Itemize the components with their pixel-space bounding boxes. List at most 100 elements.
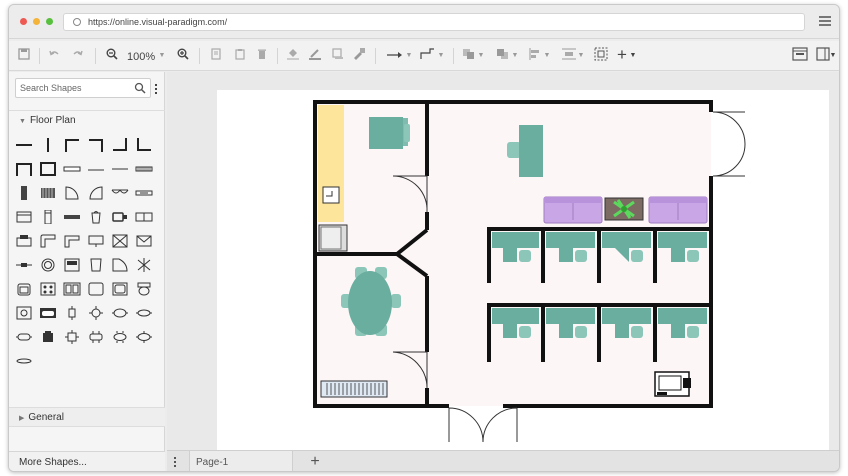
shape-mail-box[interactable] — [135, 234, 153, 248]
washing-machine[interactable] — [318, 224, 348, 252]
line-color-icon[interactable] — [307, 47, 323, 65]
send-back-dropdown-icon[interactable]: ▼ — [511, 47, 519, 65]
shape-ellipse-small[interactable] — [15, 354, 33, 368]
shape-l-counter[interactable] — [63, 234, 81, 248]
shape-counter[interactable] — [63, 210, 81, 224]
shape-table-oval-6[interactable] — [111, 330, 129, 344]
shape-wall-corner-3[interactable] — [111, 138, 129, 152]
shape-bookshelf[interactable] — [39, 186, 57, 200]
shape-wall-vertical[interactable] — [39, 138, 57, 152]
close-window-button[interactable] — [20, 18, 27, 25]
shape-wall-corner-2[interactable] — [87, 138, 105, 152]
shape-toilet[interactable] — [135, 282, 153, 296]
copy-icon[interactable] — [209, 47, 223, 65]
pages-menu-icon[interactable] — [174, 457, 177, 469]
align-dropdown-icon[interactable]: ▼ — [543, 47, 551, 65]
undo-icon[interactable] — [47, 47, 61, 65]
shape-monitor[interactable] — [87, 234, 105, 248]
waypoint-dropdown-icon[interactable]: ▼ — [437, 47, 445, 65]
plant-box[interactable] — [604, 197, 644, 221]
shape-cooktop[interactable] — [39, 282, 57, 296]
distribute-icon[interactable] — [561, 47, 577, 65]
shape-table-oval-8[interactable] — [135, 330, 153, 344]
paste-icon[interactable] — [233, 47, 247, 65]
zoom-in-icon[interactable] — [176, 47, 190, 65]
delete-icon[interactable] — [255, 47, 269, 65]
format-panel-icon[interactable] — [791, 47, 809, 65]
shape-washer[interactable] — [15, 306, 33, 320]
send-back-icon[interactable] — [495, 47, 511, 65]
align-icon[interactable] — [527, 47, 543, 65]
shape-double-door[interactable] — [111, 186, 129, 200]
zoom-dropdown-icon[interactable]: ▼ — [158, 47, 166, 65]
section-general[interactable]: ▶ General — [9, 407, 165, 427]
shape-sliding-door[interactable] — [135, 186, 153, 200]
connector-dropdown-icon[interactable]: ▼ — [405, 47, 413, 65]
more-shapes-button[interactable]: More Shapes... — [9, 451, 165, 471]
search-shapes-input[interactable]: Search Shapes — [15, 78, 151, 98]
shape-stove[interactable] — [63, 258, 81, 272]
insert-icon[interactable]: + — [615, 46, 629, 65]
connector-arrow-icon[interactable] — [385, 47, 405, 65]
shape-wall-thin-2[interactable] — [111, 162, 129, 176]
shape-sink[interactable] — [87, 282, 105, 296]
shape-table-2-chairs[interactable] — [63, 306, 81, 320]
shape-wall-horizontal[interactable] — [15, 138, 33, 152]
shape-wall-thin[interactable] — [87, 162, 105, 176]
bring-front-icon[interactable] — [461, 47, 477, 65]
small-meeting-table[interactable] — [369, 117, 410, 149]
minimize-window-button[interactable] — [33, 18, 40, 25]
shape-corner-counter[interactable] — [39, 234, 57, 248]
shadow-icon[interactable] — [331, 47, 345, 65]
shape-table-6[interactable] — [87, 330, 105, 344]
add-page-icon[interactable]: + — [307, 454, 323, 470]
shape-printer[interactable] — [15, 234, 33, 248]
shape-radiator-vertical[interactable] — [15, 186, 33, 200]
save-icon[interactable] — [17, 47, 31, 65]
fill-color-icon[interactable] — [285, 47, 301, 65]
shape-basin[interactable] — [111, 282, 129, 296]
shape-oval-table[interactable] — [111, 306, 129, 320]
insert-dropdown-icon[interactable]: ▼ — [629, 47, 637, 65]
shape-armchair[interactable] — [15, 282, 33, 296]
waypoint-style-icon[interactable] — [419, 47, 437, 65]
shape-plant-pot[interactable] — [87, 210, 105, 224]
shape-bathtub[interactable] — [39, 306, 57, 320]
diagram-page[interactable] — [217, 90, 829, 450]
bring-front-dropdown-icon[interactable]: ▼ — [477, 47, 485, 65]
shape-cabinet[interactable] — [15, 210, 33, 224]
shape-round-table-4[interactable] — [87, 306, 105, 320]
group-icon[interactable] — [593, 47, 609, 65]
shape-clock[interactable] — [39, 258, 57, 272]
shape-wardrobe[interactable] — [135, 210, 153, 224]
diagram-canvas[interactable] — [167, 72, 839, 450]
closet-fixture[interactable] — [322, 186, 340, 204]
shape-desk-chair[interactable] — [39, 330, 57, 344]
sofa-left[interactable] — [543, 196, 603, 224]
search-icon[interactable] — [134, 82, 146, 94]
section-floor-plan[interactable]: ▼ Floor Plan — [9, 110, 165, 130]
radiator[interactable] — [320, 380, 388, 398]
office-printer[interactable] — [654, 371, 691, 397]
shape-radiator[interactable] — [135, 162, 153, 176]
panel-layout-dropdown-icon[interactable]: ▼ — [829, 47, 837, 65]
zoom-level[interactable]: 100% — [127, 51, 155, 63]
shape-door-right[interactable] — [87, 186, 105, 200]
floor-plan-diagram[interactable] — [217, 90, 829, 450]
door-east[interactable] — [712, 111, 746, 177]
shape-window[interactable] — [63, 162, 81, 176]
shape-tv[interactable] — [111, 210, 129, 224]
shape-bin[interactable] — [87, 258, 105, 272]
shape-door-left[interactable] — [63, 186, 81, 200]
shape-long-table[interactable] — [15, 330, 33, 344]
tab-page-1[interactable]: Page-1 — [189, 451, 293, 471]
shape-locker[interactable] — [39, 209, 57, 225]
shape-plant[interactable] — [135, 258, 153, 272]
shape-room[interactable] — [39, 162, 57, 176]
zoom-out-icon[interactable] — [105, 47, 119, 65]
maximize-window-button[interactable] — [46, 18, 53, 25]
distribute-dropdown-icon[interactable]: ▼ — [577, 47, 585, 65]
door-south[interactable] — [448, 407, 518, 443]
shape-sink-corner[interactable] — [111, 258, 129, 272]
shape-room-u[interactable] — [15, 162, 33, 176]
